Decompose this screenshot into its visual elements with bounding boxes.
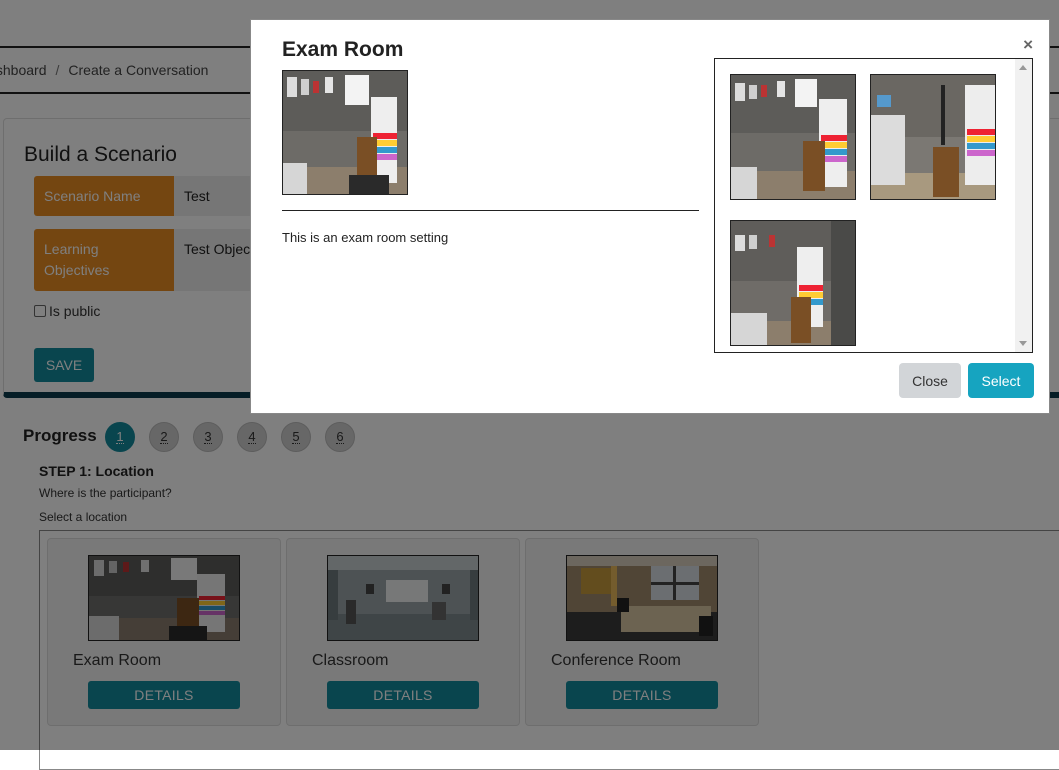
modal-divider bbox=[282, 210, 699, 211]
scroll-up-icon[interactable] bbox=[1019, 65, 1027, 70]
close-icon[interactable]: × bbox=[1023, 36, 1033, 53]
modal-description: This is an exam room setting bbox=[282, 230, 449, 245]
gallery-image-3[interactable] bbox=[730, 220, 856, 346]
gallery-image-1[interactable] bbox=[730, 74, 856, 200]
close-button[interactable]: Close bbox=[899, 363, 961, 398]
selected-image-preview bbox=[282, 70, 408, 195]
modal-title: Exam Room bbox=[282, 38, 404, 61]
scroll-down-icon[interactable] bbox=[1019, 341, 1027, 346]
gallery-scrollbar[interactable] bbox=[1015, 59, 1032, 352]
location-details-modal: Exam Room × This is an exam room setting bbox=[250, 19, 1050, 414]
image-gallery[interactable] bbox=[714, 58, 1033, 353]
gallery-image-2[interactable] bbox=[870, 74, 996, 200]
select-button[interactable]: Select bbox=[968, 363, 1034, 398]
